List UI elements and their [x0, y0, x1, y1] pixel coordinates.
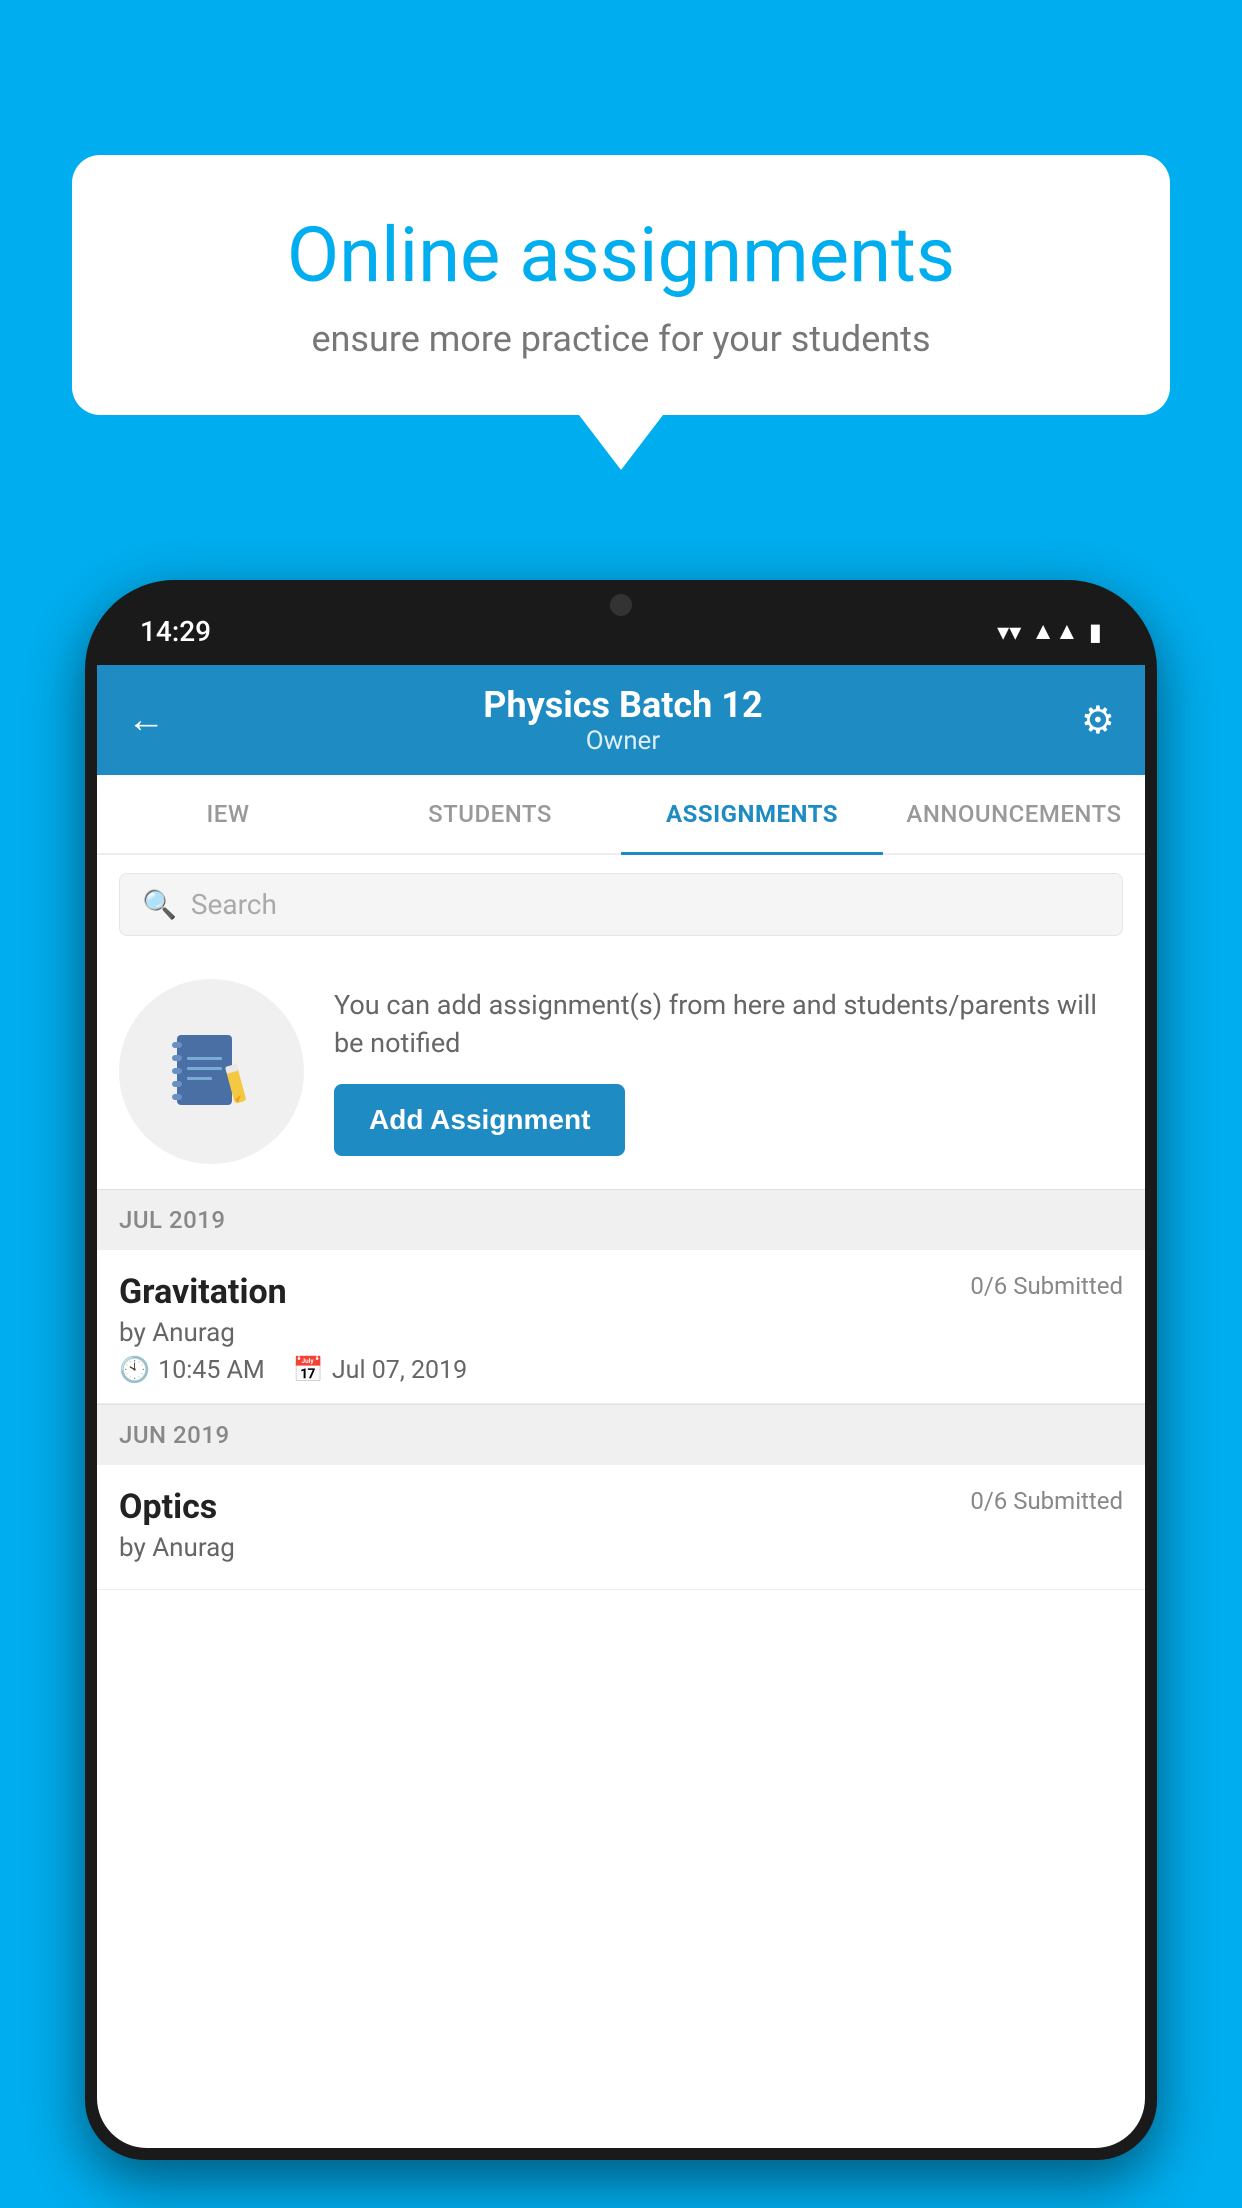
- assignment-author-gravitation: by Anurag: [119, 1318, 1123, 1348]
- tab-students[interactable]: STUDENTS: [359, 775, 621, 853]
- tab-assignments[interactable]: ASSIGNMENTS: [621, 775, 883, 853]
- search-icon: 🔍: [142, 888, 177, 921]
- speech-bubble: Online assignments ensure more practice …: [72, 155, 1170, 415]
- tab-announcements[interactable]: ANNOUNCEMENTS: [883, 775, 1145, 853]
- front-camera: [610, 594, 632, 616]
- section-header-jul: JUL 2019: [97, 1189, 1145, 1250]
- assignment-item-gravitation[interactable]: Gravitation 0/6 Submitted by Anurag 🕙 10…: [97, 1250, 1145, 1404]
- search-container: 🔍 Search: [97, 855, 1145, 954]
- assignment-item-optics[interactable]: Optics 0/6 Submitted by Anurag: [97, 1465, 1145, 1590]
- signal-icon: ▲▲: [1031, 617, 1079, 646]
- notebook-icon-circle: [119, 979, 304, 1164]
- section-header-jun: JUN 2019: [97, 1404, 1145, 1465]
- tab-iew[interactable]: IEW: [97, 775, 359, 853]
- assignment-title-gravitation: Gravitation: [119, 1272, 287, 1312]
- clock-icon: 🕙: [119, 1356, 150, 1385]
- status-icons: ▾▾ ▲▲ ▮: [997, 617, 1102, 646]
- search-bar[interactable]: 🔍 Search: [119, 873, 1123, 936]
- notebook-icon: [167, 1027, 257, 1117]
- assignment-date: 📅 Jul 07, 2019: [293, 1356, 467, 1385]
- assignment-title-optics: Optics: [119, 1487, 217, 1527]
- batch-title: Physics Batch 12: [165, 684, 1081, 726]
- status-time: 14:29: [140, 615, 211, 648]
- search-input[interactable]: Search: [191, 888, 277, 921]
- back-button[interactable]: ←: [127, 698, 165, 742]
- assignment-meta-gravitation: 🕙 10:45 AM 📅 Jul 07, 2019: [119, 1356, 1123, 1385]
- info-card-description: You can add assignment(s) from here and …: [334, 987, 1123, 1063]
- phone-frame: 14:29 ▾▾ ▲▲ ▮ ← Physics Batch 12 Owner ⚙: [85, 580, 1157, 2160]
- tab-iew-label: IEW: [207, 800, 250, 828]
- add-assignment-button[interactable]: Add Assignment: [334, 1084, 625, 1156]
- assignment-row-header: Gravitation 0/6 Submitted: [119, 1272, 1123, 1312]
- assignment-row-header-optics: Optics 0/6 Submitted: [119, 1487, 1123, 1527]
- speech-bubble-container: Online assignments ensure more practice …: [72, 155, 1170, 470]
- assignment-time: 🕙 10:45 AM: [119, 1356, 265, 1385]
- wifi-icon: ▾▾: [997, 618, 1021, 646]
- battery-icon: ▮: [1089, 618, 1102, 646]
- info-card: You can add assignment(s) from here and …: [97, 954, 1145, 1189]
- tab-announcements-label: ANNOUNCEMENTS: [906, 800, 1121, 828]
- phone-notch: [561, 580, 681, 622]
- phone-status-bar: 14:29 ▾▾ ▲▲ ▮: [85, 580, 1157, 665]
- tab-students-label: STUDENTS: [428, 800, 552, 828]
- submitted-badge-gravitation: 0/6 Submitted: [970, 1272, 1123, 1300]
- phone-screen: ← Physics Batch 12 Owner ⚙ IEW STUDENTS …: [97, 665, 1145, 2148]
- owner-label: Owner: [165, 726, 1081, 756]
- submitted-badge-optics: 0/6 Submitted: [970, 1487, 1123, 1515]
- phone-container: 14:29 ▾▾ ▲▲ ▮ ← Physics Batch 12 Owner ⚙: [85, 580, 1157, 2208]
- bubble-title: Online assignments: [137, 210, 1105, 300]
- bubble-subtitle: ensure more practice for your students: [137, 318, 1105, 360]
- calendar-icon: 📅: [293, 1356, 324, 1385]
- tab-assignments-label: ASSIGNMENTS: [666, 800, 838, 828]
- tabs-bar: IEW STUDENTS ASSIGNMENTS ANNOUNCEMENTS: [97, 775, 1145, 855]
- settings-icon[interactable]: ⚙: [1081, 698, 1115, 743]
- assignment-date-value: Jul 07, 2019: [332, 1356, 467, 1385]
- header-title-container: Physics Batch 12 Owner: [165, 684, 1081, 756]
- info-card-content: You can add assignment(s) from here and …: [334, 987, 1123, 1157]
- bubble-arrow: [579, 415, 663, 470]
- app-header: ← Physics Batch 12 Owner ⚙: [97, 665, 1145, 775]
- assignment-time-value: 10:45 AM: [158, 1356, 265, 1385]
- assignment-author-optics: by Anurag: [119, 1533, 1123, 1563]
